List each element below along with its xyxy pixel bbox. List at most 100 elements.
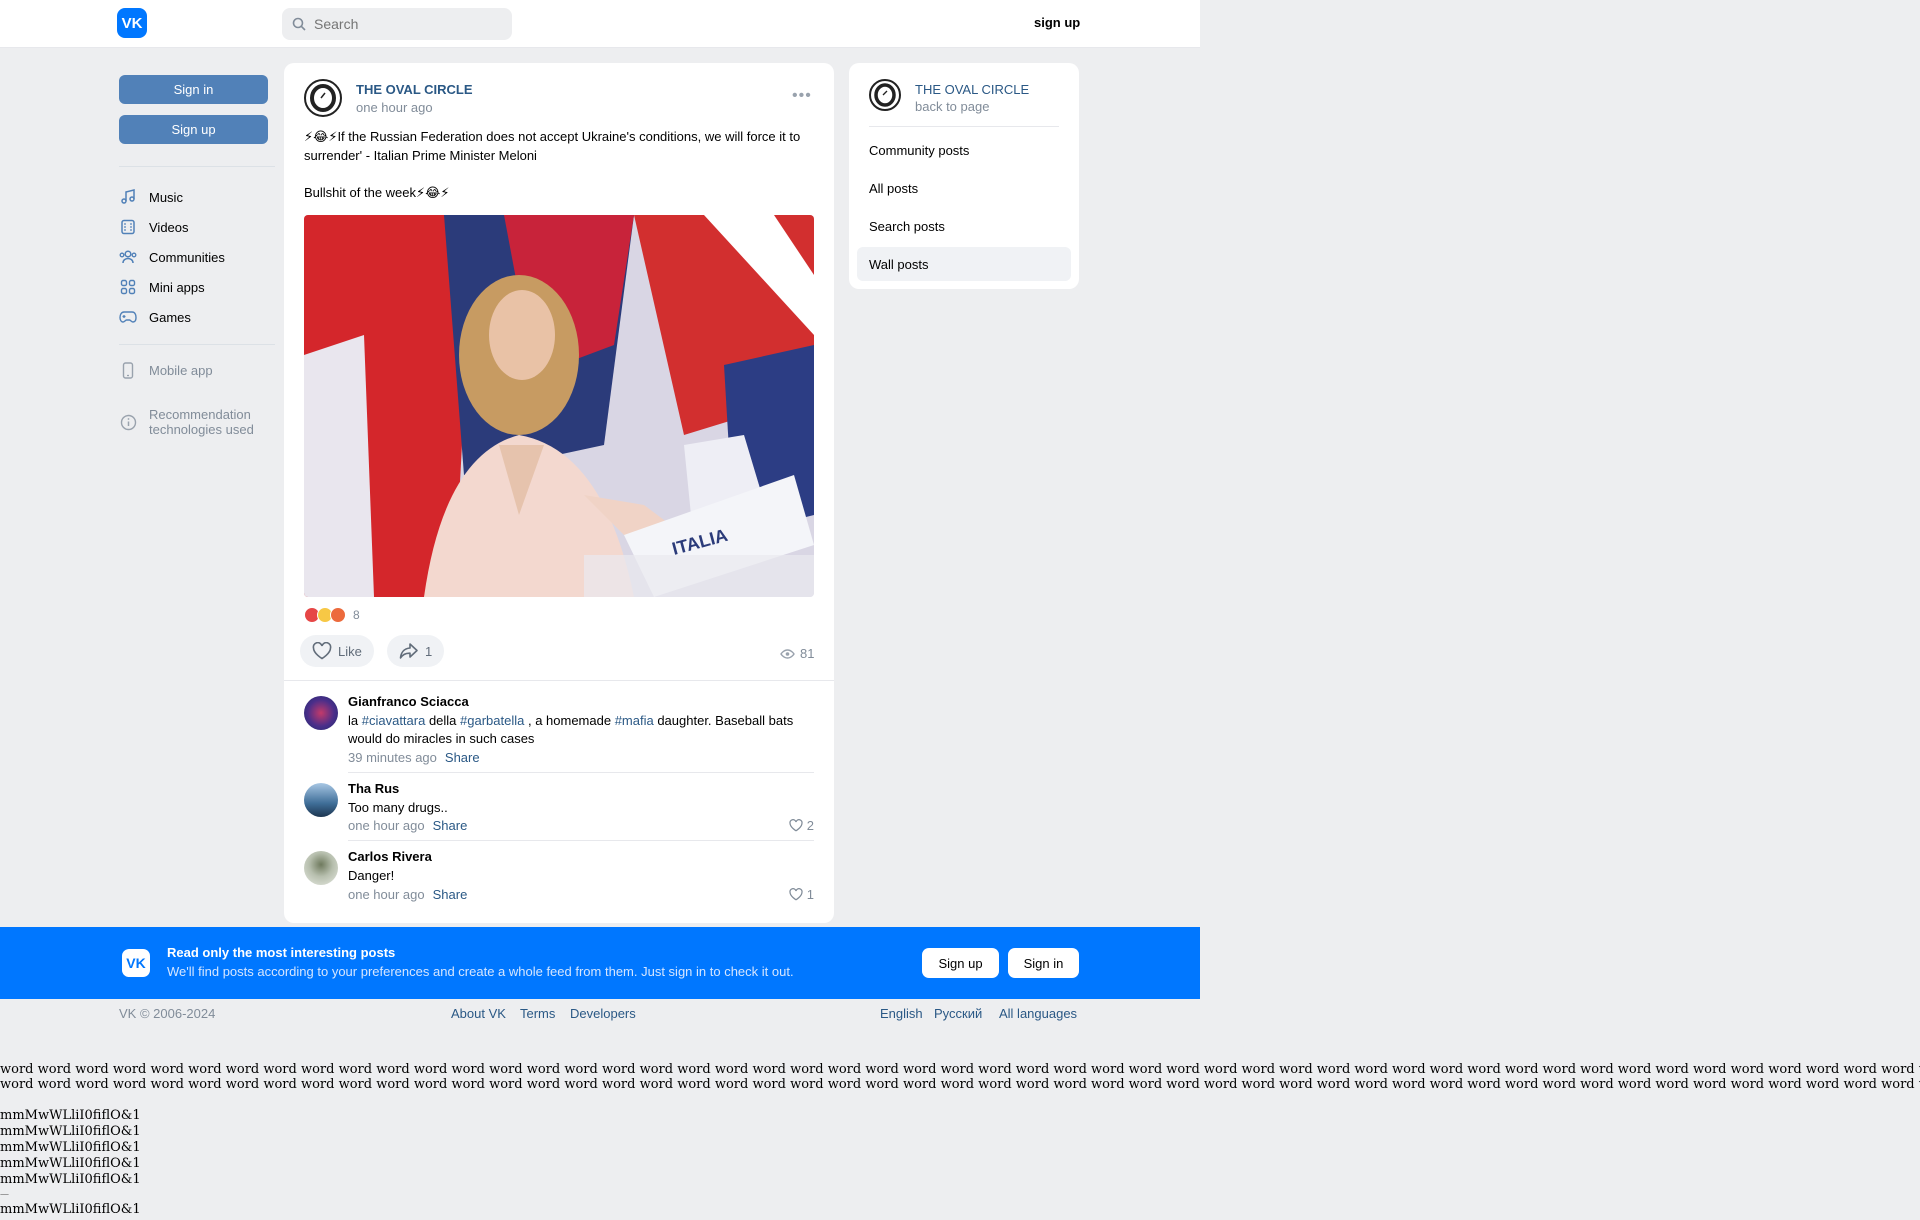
sign-in-button[interactable]: Sign in <box>119 75 268 104</box>
sign-up-button[interactable]: Sign up <box>119 115 268 144</box>
banner-sign-in-button[interactable]: Sign in <box>1008 948 1079 978</box>
debug-word-text: word word word word word word word word … <box>0 1062 1920 1092</box>
comment-meta: one hour ago Share <box>348 818 467 833</box>
menu-divider <box>869 126 1059 127</box>
menu-item-search-posts[interactable]: Search posts <box>857 209 1071 243</box>
sidebar-item-games[interactable]: Games <box>119 305 191 329</box>
comment-like-button[interactable]: 1 <box>789 887 814 902</box>
glyph-line: mmMwWLliI0fiflO&1 <box>0 1172 141 1187</box>
footer-all-languages[interactable]: All languages <box>999 1006 1077 1021</box>
sidebar-item-music[interactable]: Music <box>119 185 183 209</box>
search-icon <box>292 17 306 31</box>
community-avatar[interactable] <box>304 79 342 117</box>
sidebar-item-communities[interactable]: Communities <box>119 245 225 269</box>
header-signup-link[interactable]: sign up <box>1034 15 1080 30</box>
comment-divider <box>348 840 814 841</box>
sidebar-item-label: Videos <box>149 219 189 235</box>
heart-icon <box>789 819 803 832</box>
hashtag-link[interactable]: #ciavattara <box>362 713 426 728</box>
comment-like-button[interactable]: 2 <box>789 818 814 833</box>
angry-reaction-icon <box>330 607 346 623</box>
sidebar-item-mobile-app[interactable]: Mobile app <box>119 358 213 382</box>
menu-item-all-posts[interactable]: All posts <box>857 171 1071 205</box>
share-count: 1 <box>425 643 433 659</box>
comment-timestamp[interactable]: 39 minutes ago <box>348 750 437 765</box>
comment-meta: 39 minutes ago Share <box>348 750 480 765</box>
info-icon <box>119 413 137 431</box>
footer-copyright: VK © 2006-2024 <box>119 1006 216 1021</box>
banner-subtitle: We'll find posts according to your prefe… <box>167 964 794 979</box>
phone-icon <box>119 361 137 379</box>
comment-text: la #ciavattara della #garbatella , a hom… <box>348 713 794 746</box>
reaction-count: 8 <box>353 608 360 622</box>
comment-timestamp[interactable]: one hour ago <box>348 818 425 833</box>
banner-title: Read only the most interesting posts <box>167 945 396 960</box>
like-button[interactable]: Like <box>300 635 374 667</box>
banner-sign-up-button[interactable]: Sign up <box>922 948 999 978</box>
comment-share-link[interactable]: Share <box>433 818 468 833</box>
glyph-line: mmMwWLliI0fiflO&1 <box>0 1124 141 1139</box>
comment-divider <box>348 772 814 773</box>
back-to-page-link[interactable]: back to page <box>915 99 989 114</box>
sidebar-item-label: Recommendation technologies used <box>149 407 254 437</box>
comment-like-count: 1 <box>806 887 814 902</box>
sidebar-item-label: Communities <box>149 249 225 265</box>
footer-terms-link[interactable]: Terms <box>520 1006 555 1021</box>
sidebar-item-label: Games <box>149 309 191 325</box>
comment-author[interactable]: Gianfranco Sciacca <box>348 694 469 709</box>
share-icon <box>399 643 418 659</box>
comment-like-count: 2 <box>806 818 814 833</box>
share-button[interactable]: 1 <box>387 635 445 667</box>
word-line: word word word word word word word word … <box>0 1077 1920 1092</box>
avatar[interactable] <box>304 851 338 885</box>
more-options-icon[interactable]: ••• <box>792 87 812 105</box>
word-line: word word word word word word word word … <box>0 1062 1920 1077</box>
community-avatar[interactable] <box>869 79 901 111</box>
footer-language-russian[interactable]: Русский <box>934 1006 982 1021</box>
comment-timestamp[interactable]: one hour ago <box>348 887 425 902</box>
vk-logo[interactable]: VK <box>117 8 147 38</box>
sidebar-item-label: Music <box>149 189 183 205</box>
avatar[interactable] <box>304 696 338 730</box>
like-label: Like <box>338 643 362 659</box>
footer-language-english[interactable]: English <box>880 1006 923 1021</box>
music-icon <box>119 188 137 206</box>
sidebar-item-mini-apps[interactable]: Mini apps <box>119 275 205 299</box>
community-menu-card: THE OVAL CIRCLE back to page Community p… <box>849 63 1079 289</box>
comment-author[interactable]: Tha Rus <box>348 781 399 796</box>
heart-icon <box>789 888 803 901</box>
post-text: ⚡😂⚡If the Russian Federation does not ac… <box>304 129 801 163</box>
views-count: 81 <box>800 646 815 661</box>
sidebar-item-videos[interactable]: Videos <box>119 215 189 239</box>
sidebar-divider <box>119 166 275 167</box>
glyph-line: mmMwWLliI0fiflO&1 <box>0 1108 141 1123</box>
post-timestamp[interactable]: one hour ago <box>356 100 433 115</box>
comment-share-link[interactable]: Share <box>445 750 480 765</box>
comment-item: Gianfranco Sciacca la #ciavattara della … <box>304 694 814 774</box>
eye-icon <box>780 648 795 659</box>
comment-share-link[interactable]: Share <box>433 887 468 902</box>
hashtag-link[interactable]: #garbatella <box>460 713 524 728</box>
footer-developers-link[interactable]: Developers <box>570 1006 636 1021</box>
post-photo[interactable]: ITALIA <box>304 215 814 597</box>
top-header: VK sign up <box>0 0 1200 48</box>
search-box[interactable] <box>282 8 512 40</box>
reactions-summary[interactable]: 8 <box>304 607 360 623</box>
menu-item-wall-posts[interactable]: Wall posts <box>857 247 1071 281</box>
comment-author[interactable]: Carlos Rivera <box>348 849 432 864</box>
post-divider <box>284 680 834 681</box>
comment-meta: one hour ago Share <box>348 887 467 902</box>
search-input[interactable] <box>314 16 484 32</box>
post-text: Bullshit of the week⚡😂⚡ <box>304 185 450 200</box>
video-icon <box>119 218 137 236</box>
communities-icon <box>119 248 137 266</box>
hashtag-link[interactable]: #mafia <box>615 713 654 728</box>
menu-item-community-posts[interactable]: Community posts <box>857 133 1071 167</box>
sidebar-item-recommendation[interactable]: Recommendation technologies used <box>119 407 269 439</box>
glyph-line: mmMwWLliI0fiflO&1 <box>0 1156 141 1171</box>
footer-about-link[interactable]: About VK <box>451 1006 506 1021</box>
post-author-link[interactable]: THE OVAL CIRCLE <box>356 82 473 97</box>
sidebar-divider <box>119 344 275 345</box>
community-title-link[interactable]: THE OVAL CIRCLE <box>915 82 1029 97</box>
avatar[interactable] <box>304 783 338 817</box>
